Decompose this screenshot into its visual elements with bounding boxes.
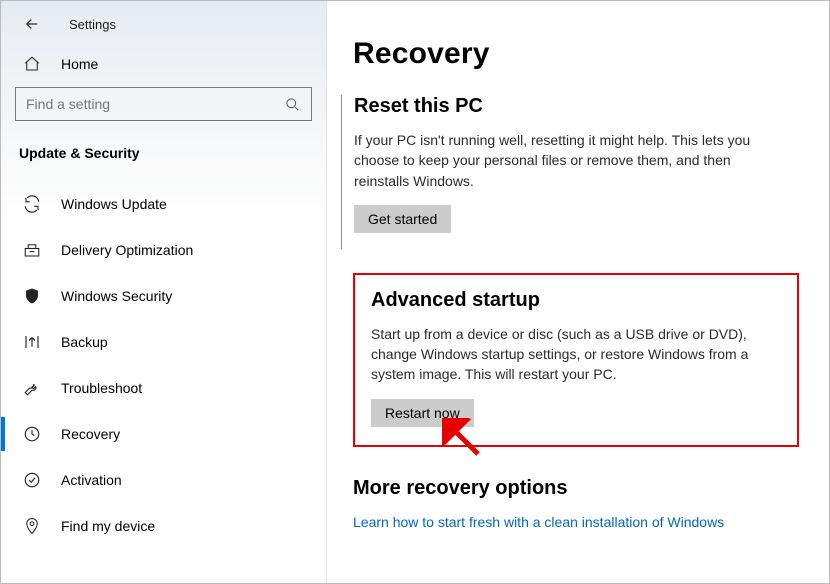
restart-now-button[interactable]: Restart now: [371, 399, 474, 427]
wrench-icon: [23, 379, 41, 397]
nav-troubleshoot[interactable]: Troubleshoot: [1, 365, 326, 411]
reset-title: Reset this PC: [354, 95, 799, 118]
search-box[interactable]: [15, 87, 312, 121]
sync-icon: [23, 195, 41, 213]
nav-label: Windows Security: [61, 288, 172, 304]
nav-windows-security[interactable]: Windows Security: [1, 273, 326, 319]
more-title: More recovery options: [353, 477, 799, 500]
home-nav[interactable]: Home: [1, 45, 326, 87]
nav-label: Delivery Optimization: [61, 242, 193, 258]
section-advanced-startup: Advanced startup Start up from a device …: [353, 273, 799, 447]
section-header: Update & Security: [1, 137, 326, 181]
page-title: Recovery: [353, 37, 799, 71]
delivery-icon: [23, 241, 41, 259]
home-label: Home: [61, 56, 98, 72]
section-reset-this-pc: Reset this PC If your PC isn't running w…: [341, 95, 799, 249]
sidebar: Settings Home Update & Security Windows …: [1, 1, 327, 583]
backup-icon: [23, 333, 41, 351]
nav-recovery[interactable]: Recovery: [1, 411, 326, 457]
reset-body: If your PC isn't running well, resetting…: [354, 130, 784, 191]
shield-icon: [23, 287, 41, 305]
search-icon: [283, 95, 301, 113]
recovery-icon: [23, 425, 41, 443]
nav-windows-update[interactable]: Windows Update: [1, 181, 326, 227]
section-more-recovery-options: More recovery options Learn how to start…: [353, 477, 799, 530]
nav-backup[interactable]: Backup: [1, 319, 326, 365]
get-started-button[interactable]: Get started: [354, 205, 451, 233]
titlebar: Settings: [1, 11, 326, 45]
settings-window: Settings Home Update & Security Windows …: [1, 1, 829, 583]
advanced-title: Advanced startup: [371, 289, 781, 312]
fresh-install-link[interactable]: Learn how to start fresh with a clean in…: [353, 514, 724, 530]
nav-delivery-optimization[interactable]: Delivery Optimization: [1, 227, 326, 273]
nav-label: Recovery: [61, 426, 120, 442]
content-pane: Recovery Reset this PC If your PC isn't …: [327, 1, 829, 583]
home-icon: [23, 55, 41, 73]
check-icon: [23, 471, 41, 489]
nav-find-my-device[interactable]: Find my device: [1, 503, 326, 549]
advanced-body: Start up from a device or disc (such as …: [371, 324, 781, 385]
back-button[interactable]: [23, 15, 41, 33]
nav-label: Troubleshoot: [61, 380, 142, 396]
nav-activation[interactable]: Activation: [1, 457, 326, 503]
location-icon: [23, 517, 41, 535]
nav-label: Activation: [61, 472, 122, 488]
nav-label: Backup: [61, 334, 108, 350]
nav-list: Windows Update Delivery Optimization Win…: [1, 181, 326, 549]
search-input[interactable]: [26, 96, 274, 112]
nav-label: Windows Update: [61, 196, 167, 212]
nav-label: Find my device: [61, 518, 155, 534]
window-title: Settings: [69, 17, 116, 32]
